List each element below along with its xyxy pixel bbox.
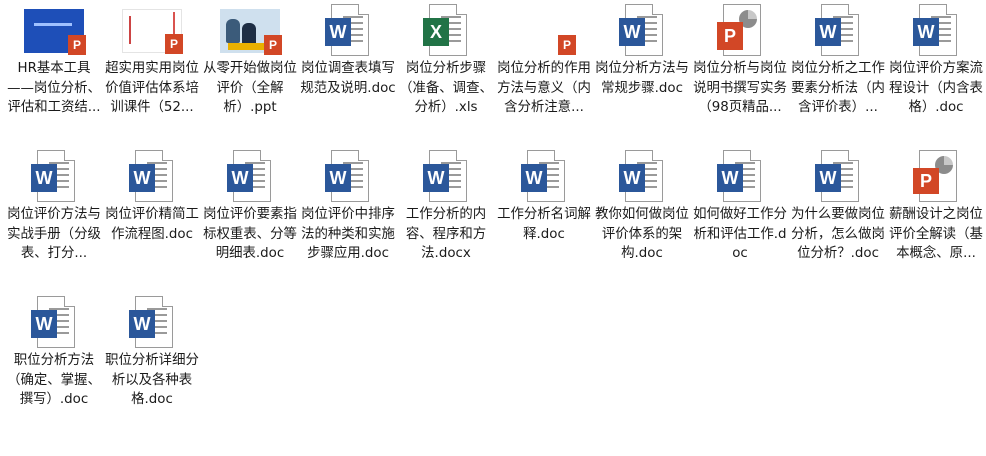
- file-name-label: 岗位调查表填写规范及说明.doc: [300, 61, 396, 96]
- file-icon-wrap: W: [790, 148, 886, 206]
- excel-xls-icon: X: [423, 4, 469, 58]
- file-name-label: 岗位分析步骤（准备、调查、分析）.xls: [399, 61, 493, 115]
- file-item[interactable]: P 薪酬设计之岗位评价全解读（基本概念、原...: [888, 148, 984, 294]
- file-icon-wrap: W: [104, 148, 200, 206]
- file-item[interactable]: W 工作分析名词解释.doc: [496, 148, 592, 294]
- file-item[interactable]: W 岗位调查表填写规范及说明.doc: [300, 2, 396, 148]
- file-item[interactable]: P 岗位分析的作用方法与意义（内含分析注意...: [496, 2, 592, 148]
- file-name-label: 岗位分析与岗位说明书撰写实务（98页精品...: [693, 61, 787, 115]
- file-item[interactable]: W 岗位评价精简工作流程图.doc: [104, 148, 200, 294]
- file-icon-wrap: W: [104, 294, 200, 352]
- file-item[interactable]: W 如何做好工作分析和评估工作.doc: [692, 148, 788, 294]
- file-icon-wrap: W: [6, 148, 102, 206]
- powerpoint-icon-small: P: [913, 150, 959, 204]
- file-name-label: 岗位分析的作用方法与意义（内含分析注意...: [497, 61, 591, 115]
- file-name-label: 岗位评价中排序法的种类和实施步骤应用.doc: [301, 207, 395, 261]
- file-name-label: 岗位评价精简工作流程图.doc: [105, 207, 199, 242]
- file-name-label: 教你如何做岗位评价体系的架构.doc: [595, 207, 689, 261]
- file-icon-wrap: P: [6, 2, 102, 60]
- word-doc-icon: W: [815, 150, 861, 204]
- file-icon-wrap: P: [692, 2, 788, 60]
- file-name-label: 从零开始做岗位评价（全解析）.ppt: [203, 61, 297, 115]
- file-icon-wrap: W: [6, 294, 102, 352]
- file-icon-wrap: X: [398, 2, 494, 60]
- file-name-label: 工作分析名词解释.doc: [497, 207, 591, 242]
- file-name-label: 职位分析方法（确定、掌握、撰写）.doc: [7, 353, 101, 407]
- file-icon-wrap: W: [398, 148, 494, 206]
- file-item[interactable]: W 为什么要做岗位分析，怎么做岗位分析？.doc: [790, 148, 886, 294]
- file-icon-wrap: P: [104, 2, 200, 60]
- file-item[interactable]: W 岗位评价方法与实战手册（分级表、打分...: [6, 148, 102, 294]
- file-icon-wrap: W: [300, 148, 396, 206]
- file-item[interactable]: P 超实用实用岗位价值评估体系培训课件（52...: [104, 2, 200, 148]
- file-name-label: 岗位评价要素指标权重表、分等明细表.doc: [203, 207, 297, 261]
- file-icon-wrap: W: [496, 148, 592, 206]
- file-item[interactable]: X 岗位分析步骤（准备、调查、分析）.xls: [398, 2, 494, 148]
- file-name-label: HR基本工具——岗位分析、评估和工资结...: [7, 61, 101, 115]
- file-icon-wrap: W: [594, 2, 690, 60]
- file-item[interactable]: W 教你如何做岗位评价体系的架构.doc: [594, 148, 690, 294]
- word-doc-icon: W: [325, 150, 371, 204]
- file-item[interactable]: W 岗位评价中排序法的种类和实施步骤应用.doc: [300, 148, 396, 294]
- file-icon-wrap: P: [202, 2, 298, 60]
- word-doc-icon: W: [31, 296, 77, 350]
- file-icon-wrap: P: [888, 148, 984, 206]
- file-name-label: 岗位评价方案流程设计（内含表格）.doc: [889, 61, 983, 115]
- file-item[interactable]: W 岗位评价方案流程设计（内含表格）.doc: [888, 2, 984, 148]
- file-item[interactable]: W 职位分析详细分析以及各种表格.doc: [104, 294, 200, 440]
- file-item[interactable]: W 岗位评价要素指标权重表、分等明细表.doc: [202, 148, 298, 294]
- word-doc-icon: W: [325, 4, 371, 58]
- file-icon-wrap: W: [300, 2, 396, 60]
- word-doc-icon: W: [129, 150, 175, 204]
- file-name-label: 为什么要做岗位分析，怎么做岗位分析？.doc: [791, 207, 885, 261]
- file-item[interactable]: P 从零开始做岗位评价（全解析）.ppt: [202, 2, 298, 148]
- file-grid: P HR基本工具——岗位分析、评估和工资结... P 超实用实用岗位价值评估体系…: [0, 0, 986, 456]
- file-name-label: 如何做好工作分析和评估工作.doc: [693, 207, 787, 261]
- ppt-thumbnail-photo: P: [220, 9, 282, 55]
- word-doc-icon: W: [31, 150, 77, 204]
- file-icon-wrap: W: [202, 148, 298, 206]
- file-icon-wrap: W: [888, 2, 984, 60]
- ppt-thumbnail-white: P: [122, 9, 183, 54]
- file-name-label: 工作分析的内容、程序和方法.docx: [405, 207, 487, 261]
- file-icon-wrap: W: [594, 148, 690, 206]
- word-doc-icon: W: [227, 150, 273, 204]
- file-icon-wrap: W: [790, 2, 886, 60]
- file-name-label: 岗位分析之工作要素分析法（内含评价表）...: [791, 61, 885, 115]
- file-name-label: 岗位评价方法与实战手册（分级表、打分...: [7, 207, 101, 261]
- word-doc-icon: W: [717, 150, 763, 204]
- file-icon-wrap: P: [496, 2, 592, 60]
- word-doc-icon: W: [129, 296, 175, 350]
- file-item[interactable]: W 岗位分析之工作要素分析法（内含评价表）...: [790, 2, 886, 148]
- ppt-thumbnail-plain: P: [514, 9, 576, 55]
- file-icon-wrap: W: [692, 148, 788, 206]
- file-item[interactable]: W 岗位分析方法与常规步骤.doc: [594, 2, 690, 148]
- ppt-thumbnail-blue: P: [24, 9, 86, 55]
- file-name-label: 职位分析详细分析以及各种表格.doc: [105, 353, 199, 407]
- word-doc-icon: W: [619, 4, 665, 58]
- powerpoint-icon: P: [717, 4, 763, 58]
- file-item[interactable]: P HR基本工具——岗位分析、评估和工资结...: [6, 2, 102, 148]
- file-name-label: 岗位分析方法与常规步骤.doc: [595, 61, 689, 96]
- word-docx-icon: W: [423, 150, 469, 204]
- word-doc-icon: W: [619, 150, 665, 204]
- word-doc-icon: W: [913, 4, 959, 58]
- file-item[interactable]: W 职位分析方法（确定、掌握、撰写）.doc: [6, 294, 102, 440]
- word-doc-icon: W: [521, 150, 567, 204]
- file-name-label: 薪酬设计之岗位评价全解读（基本概念、原...: [889, 207, 983, 261]
- file-name-label: 超实用实用岗位价值评估体系培训课件（52...: [105, 61, 199, 115]
- file-item[interactable]: P 岗位分析与岗位说明书撰写实务（98页精品...: [692, 2, 788, 148]
- word-doc-icon: W: [815, 4, 861, 58]
- file-item[interactable]: W 工作分析的内容、程序和方法.docx: [398, 148, 494, 294]
